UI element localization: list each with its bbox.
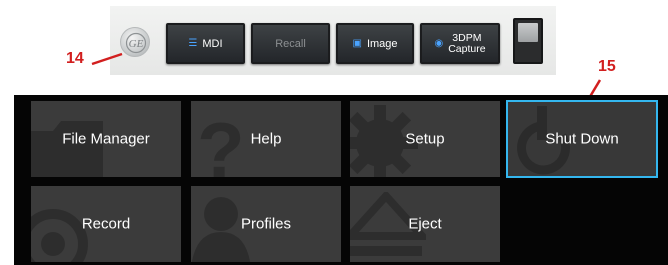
image-button[interactable]: ▣ Image (336, 23, 414, 64)
image-button-label: Image (366, 37, 398, 50)
callout-line-logo (91, 52, 123, 66)
callout-number-shutdown: 15 (598, 58, 616, 75)
shut-down-label: Shut Down (545, 130, 619, 148)
setup-tile[interactable]: Setup (350, 101, 500, 177)
recall-button-label: Recall (275, 37, 306, 50)
list-icon: ☰ (188, 37, 198, 49)
file-manager-label: File Manager (62, 130, 150, 148)
image-icon: ▣ (352, 37, 362, 49)
power-switch-rocker (518, 23, 538, 42)
profiles-tile[interactable]: Profiles (191, 186, 341, 262)
main-menu-panel: File Manager ? Help Setup Shut Down Reco… (14, 95, 668, 265)
help-tile[interactable]: ? Help (191, 101, 341, 177)
toolbar: GE ☰ MDI Recall ▣ Image ◉ 3DPM Capture (110, 6, 556, 75)
power-switch[interactable] (513, 18, 543, 64)
file-manager-tile[interactable]: File Manager (31, 101, 181, 177)
camera-icon: ◉ (434, 37, 444, 49)
mdi-button-label: MDI (202, 37, 223, 50)
eject-tile[interactable]: Eject (350, 186, 500, 262)
3dpm-capture-button[interactable]: ◉ 3DPM Capture (420, 23, 500, 64)
profiles-label: Profiles (240, 215, 292, 233)
record-label: Record (81, 215, 131, 233)
capture-label-line1: 3DPM (452, 31, 482, 44)
setup-label: Setup (405, 130, 445, 148)
recall-button[interactable]: Recall (251, 23, 330, 64)
folder-icon (31, 121, 103, 177)
record-tile[interactable]: Record (31, 186, 181, 262)
callout-number-logo: 14 (66, 50, 84, 67)
shut-down-tile[interactable]: Shut Down (506, 100, 658, 178)
svg-text:GE: GE (129, 38, 144, 50)
record-icon (31, 209, 88, 262)
eject-label: Eject (408, 215, 442, 233)
capture-label-line2: Capture (448, 42, 486, 55)
help-label: Help (250, 130, 282, 148)
mdi-button[interactable]: ☰ MDI (166, 23, 245, 64)
